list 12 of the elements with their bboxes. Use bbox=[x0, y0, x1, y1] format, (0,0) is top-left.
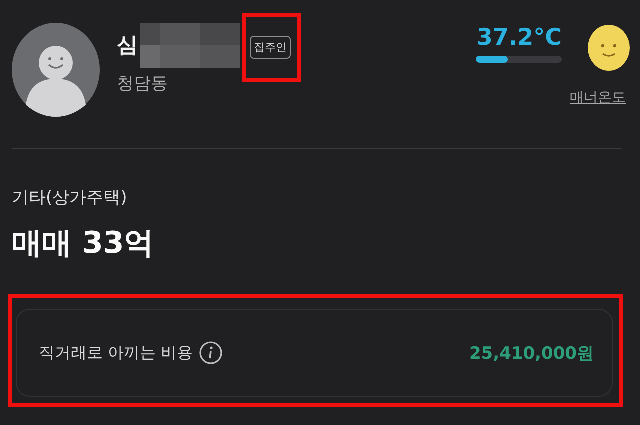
owner-badge: 집주인 bbox=[250, 36, 291, 59]
location-text: 청담동 bbox=[117, 73, 169, 95]
savings-amount: 25,410,000원 bbox=[469, 342, 594, 364]
category-text: 기타(상가주택) bbox=[12, 187, 128, 209]
avatar-icon bbox=[12, 23, 100, 117]
savings-label: 직거래로 아끼는 비용 bbox=[39, 342, 194, 364]
smiley-icon bbox=[588, 25, 630, 71]
price-text: 매매 33억 bbox=[12, 225, 156, 263]
info-icon[interactable] bbox=[199, 341, 224, 365]
user-name: 심 bbox=[117, 32, 138, 59]
manner-temperature: 37.2°C bbox=[476, 25, 562, 51]
manner-temperature-link[interactable]: 매너온도 bbox=[570, 89, 626, 107]
